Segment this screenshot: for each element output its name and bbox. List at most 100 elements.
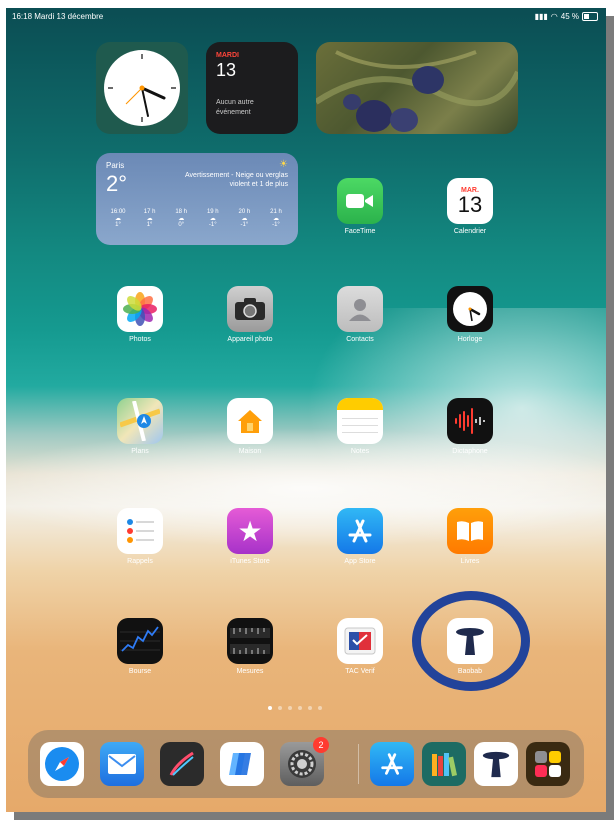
wallpaper-foam <box>6 428 606 548</box>
reminders-icon <box>117 508 163 554</box>
notes-icon <box>337 398 383 444</box>
app-grid-icon <box>535 751 561 777</box>
dock-mail[interactable] <box>100 742 144 786</box>
status-indicators: ▮▮▮ ◠ 45 % <box>535 12 598 21</box>
app-itunes-store[interactable]: ★ iTunes Store <box>210 508 290 565</box>
app-appareil-photo[interactable]: Appareil photo <box>210 286 290 343</box>
weather-hour: 17 h ☁ 1° <box>136 209 164 228</box>
app-contacts[interactable]: Contacts <box>320 286 400 343</box>
dock: 2 <box>28 730 584 798</box>
app-label: App Store <box>344 558 376 565</box>
app-label: Appareil photo <box>227 336 273 343</box>
app-label: Notes <box>350 448 370 455</box>
home-icon <box>227 398 273 444</box>
cloud-icon: ☁ <box>209 216 216 222</box>
app-label: Contacts <box>346 336 374 343</box>
weather-city: Paris <box>106 161 125 170</box>
weather-hour: 16:00 ☁ 1° <box>104 209 132 228</box>
app-photos[interactable]: Photos <box>100 286 180 343</box>
app-label: Bourse <box>128 668 152 675</box>
dock-bloc-app[interactable] <box>220 742 264 786</box>
app-horloge[interactable]: Horloge <box>430 286 510 343</box>
app-plans[interactable]: Plans <box>100 398 180 455</box>
compass-icon <box>45 747 79 781</box>
page-dot[interactable] <box>298 706 302 710</box>
calendar-icon-day: 13 <box>457 191 483 217</box>
cloud-icon: ☁ <box>146 216 153 222</box>
app-label: FaceTime <box>344 228 376 235</box>
weather-hourly: 16:00 ☁ 1° 17 h ☁ 1° 18 h ☁ 0° 19 h ☁ -1° 20 h ☁ -… <box>104 209 290 228</box>
page-dot[interactable] <box>318 706 322 710</box>
clock-widget[interactable] <box>96 42 188 134</box>
app-mesures[interactable]: Mesures <box>210 618 290 675</box>
app-store-icon <box>337 508 383 554</box>
photos-flower-icon <box>117 286 163 332</box>
facetime-icon <box>337 178 383 224</box>
calendar-widget-event: Aucun autre événement <box>216 99 254 116</box>
status-date: Mardi 13 décembre <box>34 12 104 21</box>
app-label: iTunes Store <box>230 558 270 565</box>
app-label: TAC Verif <box>345 668 375 675</box>
cloud-icon: ☁ <box>115 216 121 222</box>
app-dictaphone[interactable]: Dictaphone <box>430 398 510 455</box>
plums-photo <box>316 50 518 132</box>
book-icon <box>447 508 493 554</box>
app-livres[interactable]: Livres <box>430 508 510 565</box>
photos-widget[interactable] <box>316 42 518 134</box>
weather-hour: 20 h ☁ -1° <box>230 209 258 228</box>
dock-baobab[interactable] <box>474 742 518 786</box>
app-facetime[interactable]: FaceTime <box>320 178 400 235</box>
app-bourse[interactable]: Bourse <box>100 618 180 675</box>
envelope-icon <box>108 754 136 774</box>
books-icon <box>432 753 458 777</box>
signal-icon: ▮▮▮ <box>534 12 548 21</box>
app-label: Photos <box>129 336 151 343</box>
calendar-widget-weekday: MARDI <box>216 52 239 59</box>
dock-reglages[interactable]: 2 <box>280 737 329 786</box>
calendar-widget[interactable]: MARDI 13 Aucun autre événement <box>206 42 298 134</box>
notification-badge: 2 <box>313 737 329 753</box>
status-bar: 16:18 Mardi 13 décembre ▮▮▮ ◠ 45 % <box>6 8 606 26</box>
page-indicator[interactable] <box>268 706 322 710</box>
calendar-icon: MAR. 13 <box>447 178 493 224</box>
app-store-icon <box>381 753 403 775</box>
app-calendrier[interactable]: MAR. 13 Calendrier <box>430 178 510 235</box>
brush-icon <box>169 751 194 776</box>
weather-temperature: 2° <box>106 171 128 196</box>
cloud-icon: ☁ <box>241 216 248 222</box>
page-dot[interactable] <box>288 706 292 710</box>
app-notes[interactable]: Notes <box>320 398 400 455</box>
contacts-icon <box>337 286 383 332</box>
dock-safari[interactable] <box>40 742 84 786</box>
battery-fill <box>584 14 590 19</box>
page-dot[interactable] <box>308 706 312 710</box>
app-rappels[interactable]: Rappels <box>100 508 180 565</box>
camera-icon <box>227 286 273 332</box>
dock-bibliotheque[interactable] <box>422 742 466 786</box>
ruler-icon <box>227 618 273 664</box>
app-maison[interactable]: Maison <box>210 398 290 455</box>
analog-clock-icon <box>104 50 180 126</box>
clock-icon <box>447 286 493 332</box>
weather-alert: Avertissement - Neige ou verglas violent… <box>185 172 288 188</box>
app-tac-verif[interactable]: TAC Verif <box>320 618 400 675</box>
waveform-icon <box>447 398 493 444</box>
weather-widget[interactable]: Paris 2° ☀ Avertissement - Neige ou verg… <box>96 153 298 245</box>
weather-hour: 18 h ☁ 0° <box>167 209 195 228</box>
page-dot[interactable] <box>268 706 272 710</box>
baobab-tree-icon <box>482 751 510 778</box>
app-label: Mesures <box>236 668 264 675</box>
dock-procreate[interactable] <box>160 742 204 786</box>
sun-icon: ☀ <box>279 159 288 170</box>
app-label: Calendrier <box>453 228 487 235</box>
page-dot[interactable] <box>278 706 282 710</box>
calendar-widget-day: 13 <box>216 60 237 80</box>
weather-hour: 19 h ☁ -1° <box>199 209 227 228</box>
dock-app-store[interactable] <box>370 742 414 786</box>
dock-recent-apps[interactable] <box>526 742 570 786</box>
app-app-store[interactable]: App Store <box>320 508 400 565</box>
status-datetime: 16:18 Mardi 13 décembre <box>12 12 103 21</box>
app-label: Livres <box>460 558 480 565</box>
ipad-home-screen: 16:18 Mardi 13 décembre ▮▮▮ ◠ 45 % MARDI… <box>6 8 606 812</box>
maps-icon <box>117 398 163 444</box>
